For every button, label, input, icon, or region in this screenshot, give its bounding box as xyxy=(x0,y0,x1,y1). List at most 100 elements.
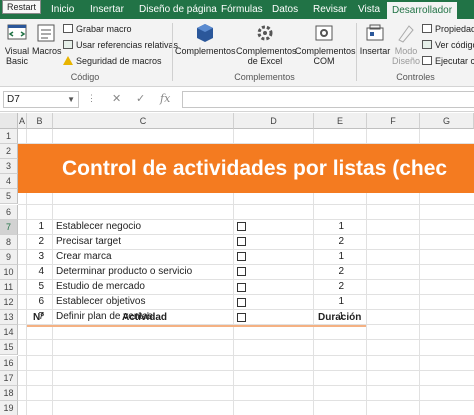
complementos-excel-label: Complementos de Excel xyxy=(236,46,297,66)
macros-icon xyxy=(37,24,55,42)
row-header-15[interactable]: 15 xyxy=(0,340,18,356)
tab-insertar[interactable]: Insertar xyxy=(90,0,124,19)
activity-name: Crear marca xyxy=(56,250,112,262)
activity-checkbox[interactable] xyxy=(237,222,246,232)
row-number: 4 xyxy=(38,265,44,277)
row-number: 5 xyxy=(38,281,44,292)
tab-fórmulas[interactable]: Fórmulas xyxy=(221,0,263,19)
duration-value: 1 xyxy=(338,296,344,308)
row-header-4[interactable]: 4 xyxy=(0,174,18,190)
insertar-label: Insertar xyxy=(359,46,391,56)
complementos-button[interactable]: Complementos xyxy=(175,22,236,56)
tab-desarrollador[interactable]: Desarrollador xyxy=(387,2,458,19)
grabar-macro-label: Grabar macro xyxy=(76,24,132,34)
duration-value: 2 xyxy=(338,265,344,277)
gridline xyxy=(18,399,474,401)
worksheet-grid[interactable]: ABCDEFG 1 2 3 4 5 6 7 8 9 10 11 12 13 14 15 16 17 18 19 Co… xyxy=(0,113,474,415)
group-label-complementos: Complementos xyxy=(234,72,295,82)
ribbon: Visual Basic Macros Grabar macro Usar re… xyxy=(0,19,474,87)
row-header-6[interactable]: 6 xyxy=(0,204,18,220)
chevron-down-icon[interactable]: ▼ xyxy=(67,92,75,107)
gridline xyxy=(18,369,474,371)
seguridad-macros-button[interactable]: Seguridad de macros xyxy=(63,55,162,67)
column-header-d[interactable]: D xyxy=(234,113,314,129)
column-header-a[interactable]: A xyxy=(18,113,27,129)
macros-label: Macros xyxy=(32,46,62,56)
column-header-f[interactable]: F xyxy=(367,113,420,129)
design-mode-icon xyxy=(398,25,414,43)
header-underline xyxy=(27,325,366,327)
row-number: 3 xyxy=(38,250,44,262)
com-addin-icon xyxy=(315,25,333,41)
propiedades-label: Propiedade xyxy=(435,24,474,34)
row-header-18[interactable]: 18 xyxy=(0,385,18,401)
duration-value: 1 xyxy=(338,220,344,232)
activity-checkbox[interactable] xyxy=(237,267,246,277)
activity-checkbox[interactable] xyxy=(237,297,246,307)
column-header-b[interactable]: B xyxy=(27,113,53,129)
row-header-1[interactable]: 1 xyxy=(0,129,18,145)
activity-checkbox[interactable] xyxy=(237,252,246,262)
tab-inicio[interactable]: Inicio xyxy=(51,0,74,19)
gridline xyxy=(18,384,474,386)
complementos-com-label: Complementos COM xyxy=(295,46,356,66)
complementos-excel-button[interactable]: Complementos de Excel xyxy=(236,22,297,66)
row-header-10[interactable]: 10 xyxy=(0,264,18,280)
visual-basic-button[interactable]: Visual Basic xyxy=(3,22,31,66)
warning-icon xyxy=(63,56,73,65)
insert-function-icon[interactable]: fx xyxy=(160,92,170,105)
row-header-19[interactable]: 19 xyxy=(0,400,18,415)
ejecutar-label: Ejecutar cu xyxy=(435,56,474,66)
grabar-macro-button[interactable]: Grabar macro xyxy=(63,23,132,35)
column-header-c[interactable]: C xyxy=(53,113,234,129)
name-box[interactable]: D7 ▼ xyxy=(3,91,79,108)
column-header-e[interactable]: E xyxy=(314,113,367,129)
complementos-label: Complementos xyxy=(175,46,236,56)
activity-checkbox[interactable] xyxy=(237,237,246,247)
ver-codigo-label: Ver código xyxy=(435,40,474,50)
row-header-5[interactable]: 5 xyxy=(0,189,18,205)
more-icon: ⋮ xyxy=(87,93,96,103)
row-number: 1 xyxy=(38,220,44,232)
duration-value: 1 xyxy=(338,311,344,323)
row-number: 6 xyxy=(38,296,44,308)
row-header-8[interactable]: 8 xyxy=(0,234,18,250)
formula-input[interactable] xyxy=(182,91,474,108)
insertar-control-button[interactable]: Insertar xyxy=(358,22,392,56)
complementos-com-button[interactable]: Complementos COM xyxy=(295,22,356,66)
tab-diseño-de-página[interactable]: Diseño de página xyxy=(139,0,217,19)
ver-codigo-button[interactable]: Ver código xyxy=(422,39,474,51)
tab-datos[interactable]: Datos xyxy=(272,0,298,19)
row-number: 2 xyxy=(38,235,44,247)
row-header-13[interactable]: 13 xyxy=(0,310,18,326)
row-header-17[interactable]: 17 xyxy=(0,370,18,386)
row-header-2[interactable]: 2 xyxy=(0,144,18,160)
activity-checkbox[interactable] xyxy=(237,282,246,292)
row-header-14[interactable]: 14 xyxy=(0,325,18,341)
macros-button[interactable]: Macros xyxy=(32,22,62,56)
row-header-3[interactable]: 3 xyxy=(0,159,18,175)
restart-tooltip: Restart xyxy=(2,0,42,14)
ejecutar-cuadro-button[interactable]: Ejecutar cu xyxy=(422,55,474,67)
enter-check-icon[interactable]: ✓ xyxy=(136,92,145,105)
propiedades-button[interactable]: Propiedade xyxy=(422,23,474,35)
group-label-codigo: Código xyxy=(70,72,100,82)
modo-diseno-button[interactable]: Modo Diseño xyxy=(392,22,420,66)
row-header-9[interactable]: 9 xyxy=(0,249,18,265)
activity-checkbox[interactable] xyxy=(237,312,246,322)
relative-references-icon xyxy=(63,40,73,49)
row-header-11[interactable]: 11 xyxy=(0,280,18,296)
tab-vista[interactable]: Vista xyxy=(358,0,380,19)
cancel-icon[interactable]: ✕ xyxy=(112,92,121,105)
row-header-7[interactable]: 7 xyxy=(0,219,18,235)
tab-revisar[interactable]: Revisar xyxy=(313,0,347,19)
row-number: 7 xyxy=(38,311,44,323)
view-code-icon xyxy=(422,40,432,49)
row-header-16[interactable]: 16 xyxy=(0,355,18,371)
usar-referencias-button[interactable]: Usar referencias relativas xyxy=(63,39,178,51)
activity-name: Determinar producto o servicio xyxy=(56,265,193,277)
column-header-g[interactable]: G xyxy=(420,113,474,129)
row-header-12[interactable]: 12 xyxy=(0,295,18,311)
select-all-corner[interactable] xyxy=(0,113,18,129)
seguridad-macros-label: Seguridad de macros xyxy=(76,56,162,66)
